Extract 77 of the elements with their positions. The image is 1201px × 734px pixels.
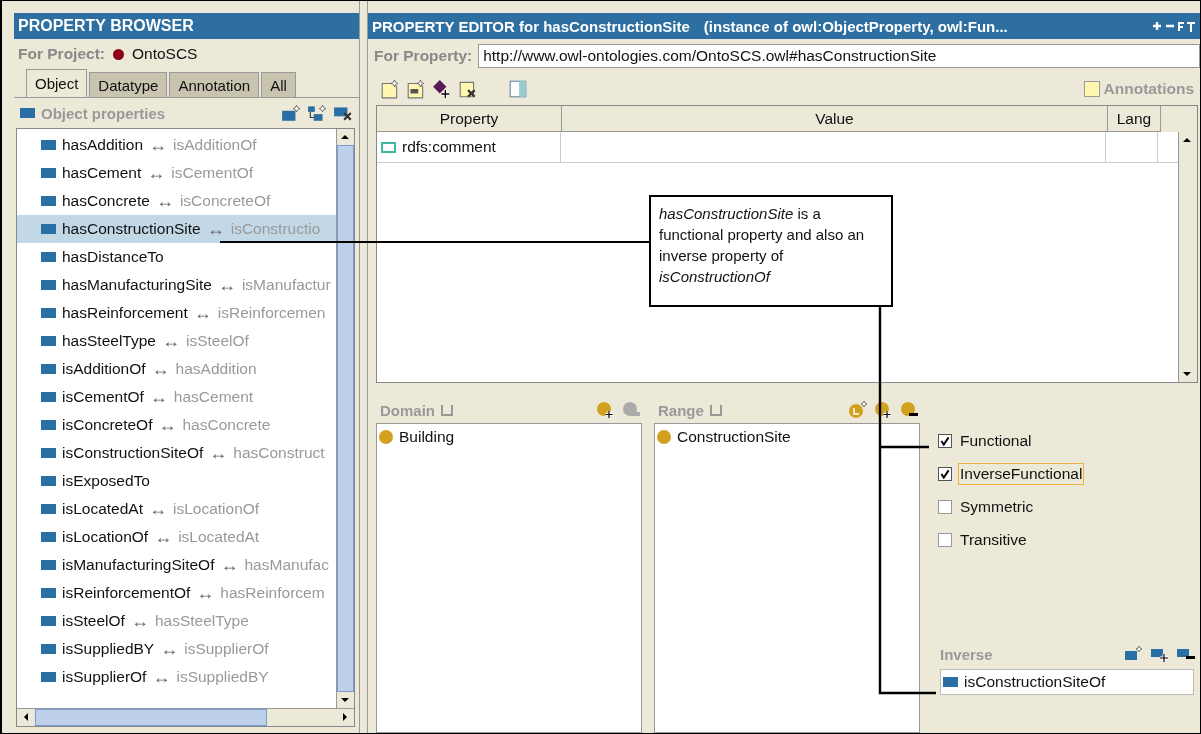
- project-name: OntoSCS: [132, 45, 198, 63]
- project-icon: [113, 48, 124, 60]
- property-item[interactable]: hasConcrete ↔ isConcreteOf: [17, 187, 336, 215]
- add-diamond-icon[interactable]: [432, 79, 452, 99]
- property-item[interactable]: isSteelOf ↔ hasSteelType: [17, 607, 336, 635]
- property-item[interactable]: hasReinforcement ↔ isReinforcemen: [17, 299, 336, 327]
- property-item[interactable]: hasManufacturingSite ↔ isManufactur: [17, 271, 336, 299]
- checkbox[interactable]: [938, 467, 952, 481]
- property-item[interactable]: hasCement ↔ isCementOf: [17, 159, 336, 187]
- property-item[interactable]: hasDistanceTo: [17, 243, 336, 271]
- property-uri-field[interactable]: http://www.owl-ontologies.com/OntoSCS.owl#hasConstructionSite: [478, 44, 1200, 68]
- checkbox[interactable]: [938, 533, 952, 547]
- inverse-field[interactable]: isConstructionSiteOf: [940, 669, 1194, 695]
- column-header[interactable]: Property: [377, 106, 562, 132]
- property-item[interactable]: hasSteelType ↔ isSteelOf: [17, 327, 336, 355]
- editor-title: PROPERTY EDITOR for hasConstructionSite: [372, 17, 690, 35]
- tab[interactable]: All: [261, 72, 296, 97]
- class-item[interactable]: Building: [377, 424, 641, 450]
- create-property-icon[interactable]: [280, 104, 301, 122]
- table-cell: rdfs:comment: [377, 132, 561, 162]
- add-note-icon[interactable]: [406, 79, 426, 99]
- range-label: Range: [658, 401, 704, 419]
- create-subproperty-icon[interactable]: [306, 104, 327, 122]
- property-item[interactable]: isConstructionSiteOf ↔ hasConstruct: [17, 439, 336, 467]
- property-item[interactable]: hasAddition ↔ isAdditionOf: [17, 131, 336, 159]
- checkbox-label[interactable]: Transitive: [958, 529, 1029, 551]
- property-item[interactable]: isManufacturingSiteOf ↔ hasManufac: [17, 551, 336, 579]
- add-note-icon[interactable]: [380, 79, 400, 99]
- project-label: For Project:: [18, 45, 105, 63]
- property-item[interactable]: isSuppliedBY ↔ isSupplierOf: [17, 635, 336, 663]
- union-icon: [441, 404, 453, 416]
- property-item[interactable]: isConcreteOf ↔ hasConcrete: [17, 411, 336, 439]
- inverse-label: Inverse: [940, 645, 993, 663]
- checkbox-label[interactable]: InverseFunctional: [958, 463, 1085, 485]
- property-item[interactable]: isReinforcementOf ↔ hasReinforcem: [17, 579, 336, 607]
- column-header[interactable]: Value: [562, 106, 1108, 132]
- remove-class-icon[interactable]: [900, 401, 920, 419]
- scroll-down-icon[interactable]: [340, 698, 349, 702]
- scroll-left-icon[interactable]: [24, 713, 28, 721]
- scroll-right-icon[interactable]: [342, 713, 347, 721]
- checkbox[interactable]: [938, 500, 952, 514]
- property-item[interactable]: isExposedTo: [17, 467, 336, 495]
- checkbox-label[interactable]: Symmetric: [958, 496, 1036, 518]
- callout-note: hasConstructionSite is a functional property and also an inverse property of isConstructionOf: [649, 195, 893, 307]
- property-label: For Property:: [374, 47, 473, 65]
- panel-icon[interactable]: [508, 79, 528, 99]
- scroll-down-icon[interactable]: [1183, 372, 1191, 376]
- column-header[interactable]: Lang: [1108, 106, 1161, 132]
- vertical-scrollbar[interactable]: [335, 129, 354, 708]
- window-controls-icon[interactable]: [1152, 20, 1196, 32]
- scroll-up-icon[interactable]: [340, 135, 349, 139]
- section-title: Object properties: [41, 104, 166, 122]
- editor-subtitle: (instance of owl:ObjectProperty, owl:Fun...: [703, 17, 1008, 35]
- property-item[interactable]: isLocationOf ↔ isLocatedAt: [17, 523, 336, 551]
- property-item[interactable]: hasConstructionSite ↔ isConstructio: [17, 215, 336, 243]
- add-class-icon[interactable]: [874, 401, 894, 419]
- scroll-up-icon[interactable]: [1183, 138, 1191, 142]
- vertical-scrollbar[interactable]: [1178, 132, 1197, 382]
- delete-property-icon[interactable]: [332, 104, 353, 122]
- tab[interactable]: Object: [26, 69, 88, 97]
- create-property-icon[interactable]: [1124, 645, 1144, 663]
- class-item[interactable]: ConstructionSite: [655, 424, 919, 450]
- domain-label: Domain: [380, 401, 435, 419]
- delete-note-icon[interactable]: [458, 79, 478, 99]
- property-item[interactable]: isAdditionOf ↔ hasAddition: [17, 355, 336, 383]
- panel-title: PROPERTY BROWSER: [14, 13, 359, 39]
- property-item[interactable]: isLocatedAt ↔ isLocationOf: [17, 495, 336, 523]
- tab[interactable]: Datatype: [89, 72, 168, 97]
- horizontal-scrollbar[interactable]: [17, 708, 354, 726]
- property-icon: [20, 108, 35, 118]
- checkbox[interactable]: [938, 434, 952, 448]
- checkbox-label[interactable]: Functional: [958, 430, 1034, 452]
- create-class-icon[interactable]: [848, 401, 868, 419]
- property-item[interactable]: isCementOf ↔ hasCement: [17, 383, 336, 411]
- tab[interactable]: Annotation: [169, 72, 260, 97]
- property-item[interactable]: isSupplierOf ↔ isSuppliedBY: [17, 663, 336, 691]
- union-icon: [709, 404, 722, 416]
